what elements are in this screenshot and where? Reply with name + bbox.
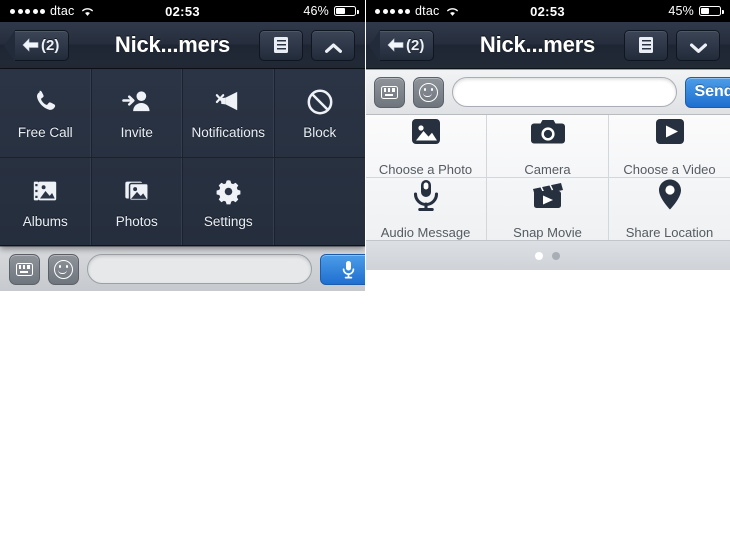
attachment-item-label: Camera xyxy=(524,162,571,177)
status-bar-clock: 02:53 xyxy=(530,3,565,19)
add-person-icon xyxy=(122,86,151,116)
menu-row-2: Albums Photos Settings xyxy=(0,157,365,245)
back-unread-count: (2) xyxy=(41,36,60,54)
menu-item-free-call[interactable]: Free Call xyxy=(0,69,92,157)
photos-icon xyxy=(123,175,151,205)
status-bar-right: dtac 02:53 45% xyxy=(365,0,730,22)
list-button[interactable] xyxy=(624,29,668,61)
menu-toggle-button[interactable] xyxy=(311,29,355,61)
phone-screen-left: dtac 02:53 46% (2) Nick...mers Free Call… xyxy=(0,0,365,543)
keyboard-icon xyxy=(381,85,398,99)
attachment-item-snap-movie[interactable]: Snap Movie xyxy=(487,178,609,240)
attachment-item-camera[interactable]: Camera xyxy=(487,115,609,177)
screen-divider xyxy=(365,0,366,543)
menu-item-photos[interactable]: Photos xyxy=(92,158,183,245)
attachment-item-label: Audio Message xyxy=(380,225,471,240)
list-icon xyxy=(639,37,653,53)
map-pin-icon xyxy=(657,178,683,212)
attachment-panel: Choose a Photo Camera Choose a Video Aud… xyxy=(365,114,730,270)
page-title: Nick...mers xyxy=(114,32,231,57)
menu-item-albums[interactable]: Albums xyxy=(0,158,92,245)
phone-icon xyxy=(31,86,60,116)
chevron-down-icon xyxy=(689,40,707,53)
page-dot-2[interactable] xyxy=(552,251,560,260)
attachment-row-2: Audio Message Snap Movie Share Location xyxy=(365,178,730,240)
menu-item-settings[interactable]: Settings xyxy=(183,158,275,245)
keyboard-button[interactable] xyxy=(374,76,405,108)
voice-message-button[interactable] xyxy=(320,253,365,285)
attachment-item-choose-a-video[interactable]: Choose a Video xyxy=(609,115,730,177)
status-bar-clock: 02:53 xyxy=(165,3,200,19)
attachment-item-audio-message[interactable]: Audio Message xyxy=(365,178,487,240)
back-arrow-icon xyxy=(21,37,40,53)
menu-item-block[interactable]: Block xyxy=(275,69,366,157)
back-button[interactable]: (2) xyxy=(3,29,70,62)
nav-right-buttons xyxy=(624,29,723,61)
message-input[interactable] xyxy=(452,77,677,107)
menu-item-label: Notifications xyxy=(191,125,266,140)
phone-screen-right: dtac 02:53 45% (2) Nick...mers Send Choo… xyxy=(365,0,730,543)
keyboard-button[interactable] xyxy=(9,253,40,285)
microphone-icon xyxy=(411,178,441,212)
menu-item-label: Photos xyxy=(115,213,158,229)
menu-item-notifications[interactable]: Notifications xyxy=(183,69,275,157)
menu-item-label: Settings xyxy=(203,213,253,229)
page-indicator[interactable] xyxy=(365,240,730,270)
menu-item-label: Free Call xyxy=(17,125,73,140)
albums-icon xyxy=(31,175,59,205)
nav-right-buttons xyxy=(259,29,358,61)
photo-icon xyxy=(409,115,443,149)
gear-icon xyxy=(215,175,242,205)
back-button[interactable]: (2) xyxy=(368,29,435,62)
clapperboard-icon xyxy=(530,178,566,212)
message-input-bar-right: Send xyxy=(365,69,730,114)
message-input-bar-left xyxy=(0,246,365,291)
page-dot-1[interactable] xyxy=(535,251,543,260)
attachment-item-label: Snap Movie xyxy=(513,225,582,240)
battery-icon xyxy=(334,5,359,17)
page-title: Nick...mers xyxy=(479,32,596,57)
attachment-item-label: Share Location xyxy=(625,225,714,240)
list-icon xyxy=(274,37,288,53)
smiley-icon xyxy=(54,259,73,279)
menu-item-label: Albums xyxy=(22,213,68,229)
attachment-item-choose-a-photo[interactable]: Choose a Photo xyxy=(365,115,487,177)
contact-actions-panel: Free Call Invite Notifications Block Alb… xyxy=(0,69,365,246)
status-bar-left: dtac 02:53 46% xyxy=(0,0,365,22)
list-button[interactable] xyxy=(259,29,303,61)
back-arrow-icon xyxy=(386,37,405,53)
nav-bar-left: (2) Nick...mers xyxy=(0,22,365,69)
attachment-item-share-location[interactable]: Share Location xyxy=(609,178,730,240)
mute-megaphone-icon xyxy=(214,86,243,116)
block-icon xyxy=(306,86,334,116)
emoji-button[interactable] xyxy=(48,253,79,285)
menu-row-1: Free Call Invite Notifications Block xyxy=(0,69,365,157)
dual-screenshot-stage: dtac 02:53 46% (2) Nick...mers Free Call… xyxy=(0,0,730,543)
emoji-button[interactable] xyxy=(413,76,444,108)
menu-item-label: Block xyxy=(303,125,337,140)
menu-cell-empty xyxy=(275,158,366,245)
battery-icon xyxy=(699,5,724,17)
attachment-grid: Choose a Photo Camera Choose a Video Aud… xyxy=(365,115,730,240)
message-input[interactable] xyxy=(87,254,312,284)
menu-item-invite[interactable]: Invite xyxy=(92,69,183,157)
attachment-item-label: Choose a Photo xyxy=(378,162,473,177)
keyboard-icon xyxy=(16,262,33,276)
menu-item-label: Invite xyxy=(120,125,153,140)
camera-icon xyxy=(530,115,566,149)
video-play-icon xyxy=(653,115,687,149)
microphone-icon xyxy=(342,260,355,279)
send-button[interactable]: Send xyxy=(685,76,730,108)
nav-bar-right: (2) Nick...mers xyxy=(365,22,730,69)
back-unread-count: (2) xyxy=(406,36,425,54)
smiley-icon xyxy=(419,82,438,102)
attachment-item-label: Choose a Video xyxy=(623,162,716,177)
chevron-up-icon xyxy=(324,40,342,53)
menu-toggle-button[interactable] xyxy=(676,29,720,61)
attachment-row-1: Choose a Photo Camera Choose a Video xyxy=(365,115,730,178)
